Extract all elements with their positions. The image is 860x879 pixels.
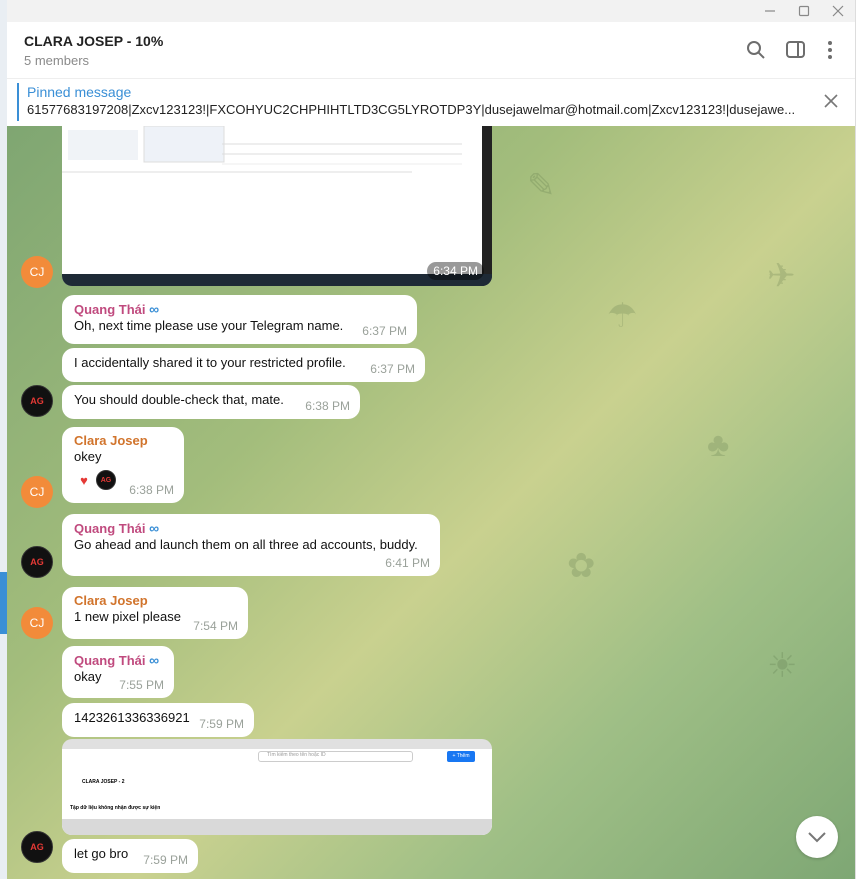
title-bar [7,0,855,22]
telegram-window: CLARA JOSEP - 10% 5 members Pinned messa… [7,0,855,879]
agency-logo-icon: AG [30,841,44,852]
screenshot-add-button: + Thêm [447,751,475,762]
chevron-down-icon [808,832,826,843]
message-time: 6:37 PM [362,324,407,338]
message-text: okey [74,449,102,464]
avatar[interactable]: AG [21,385,53,417]
message-time: 6:41 PM [385,556,430,570]
doodle-icon: ♣ [707,426,730,464]
scroll-down-button[interactable] [796,816,838,858]
pinned-bar [17,83,19,121]
doodle-icon: ✎ [527,167,556,205]
screenshot-title: CLARA JOSEP - 2 [82,779,125,785]
avatar[interactable]: CJ [21,607,53,639]
member-count: 5 members [24,53,90,68]
background-window [855,0,860,879]
message-bubble[interactable]: Clara Josep 1 new pixel please 7:54 PM [62,587,248,639]
message-bubble[interactable]: Clara Josep okey ♥ AG 6:38 PM [62,427,184,503]
avatar[interactable]: CJ [21,256,53,288]
message-bubble[interactable]: I accidentally shared it to your restric… [62,348,425,382]
screenshot-search: Tìm kiếm theo tên hoặc ID [258,751,413,762]
message-bubble[interactable]: let go bro 7:59 PM [62,839,198,873]
meta-icon: ∞ [149,520,160,536]
message-time: 7:54 PM [193,619,238,633]
image-message[interactable]: Tìm kiếm theo tên hoặc ID + Thêm CLARA J… [62,739,492,835]
message-text: Oh, next time please use your Telegram n… [74,318,344,333]
meta-icon: ∞ [149,652,160,668]
pin-close-icon[interactable] [821,91,841,111]
pinned-title: Pinned message [27,84,132,100]
message-bubble[interactable]: Quang Thái ∞ Go ahead and launch them on… [62,514,440,576]
avatar[interactable]: AG [21,546,53,578]
message-time: 7:59 PM [143,853,188,867]
search-icon[interactable] [743,37,769,63]
pinned-message[interactable]: Pinned message 61577683197208|Zxcv123123… [7,78,855,126]
message-bubble[interactable]: Quang Thái ∞ okay 7:55 PM [62,646,174,698]
screenshot-image [62,126,492,286]
more-vert-icon[interactable] [817,37,843,63]
screenshot-subtitle: Tập dữ liệu không nhận được sự kiện [70,805,161,811]
screenshot-image: Tìm kiếm theo tên hoặc ID + Thêm CLARA J… [62,749,492,835]
sender-name: Clara Josep [74,433,148,448]
background-tab [0,572,7,634]
minimize-icon[interactable] [753,0,787,22]
message-time: 7:55 PM [119,678,164,692]
agency-logo-icon: AG [30,556,44,567]
sidebar-icon[interactable] [783,37,809,63]
message-time: 6:34 PM [427,262,484,280]
sender-name: Quang Thái ∞ [74,652,160,668]
heart-icon[interactable]: ♥ [74,470,94,490]
message-bubble[interactable]: Quang Thái ∞ Oh, next time please use yo… [62,295,417,344]
avatar[interactable]: AG [21,831,53,863]
doodle-icon: ✈ [767,257,796,295]
screenshot-footer [62,819,492,835]
meta-icon: ∞ [149,301,160,317]
sender-name: Quang Thái ∞ [74,301,160,317]
chat-title: CLARA JOSEP - 10% [24,33,164,49]
doodle-icon: ✿ [567,547,596,585]
maximize-icon[interactable] [787,0,821,22]
doodle-icon: ☀ [767,647,798,685]
avatar: AG [96,470,116,490]
message-time: 6:38 PM [305,399,350,413]
message-bubble[interactable]: You should double-check that, mate. 6:38… [62,385,360,419]
pinned-text: 61577683197208|Zxcv123123!|FXCOHYUC2CHPH… [27,102,796,117]
image-message[interactable]: 6:34 PM [62,126,492,286]
message-time: 6:38 PM [129,483,174,497]
sender-name: Quang Thái ∞ [74,520,160,536]
agency-logo-icon: AG [30,395,44,406]
agency-logo-icon: AG [100,476,112,484]
close-icon[interactable] [821,0,855,22]
message-text: I accidentally shared it to your restric… [74,355,346,370]
sender-name: Clara Josep [74,593,148,608]
message-bubble[interactable]: 1423261336336921 7:59 PM [62,703,254,737]
message-text: Go ahead and launch them on all three ad… [74,537,418,552]
avatar[interactable]: CJ [21,476,53,508]
chat-header[interactable]: CLARA JOSEP - 10% 5 members [7,22,855,78]
message-time: 6:37 PM [370,362,415,376]
message-time: 7:59 PM [199,717,244,731]
chat-area[interactable]: ✎ ☂ ♣ ✿ ☀ ♥ ☁ ✈ 6:34 PM CJ Quang T [7,126,855,879]
doodle-icon: ☂ [607,297,638,335]
